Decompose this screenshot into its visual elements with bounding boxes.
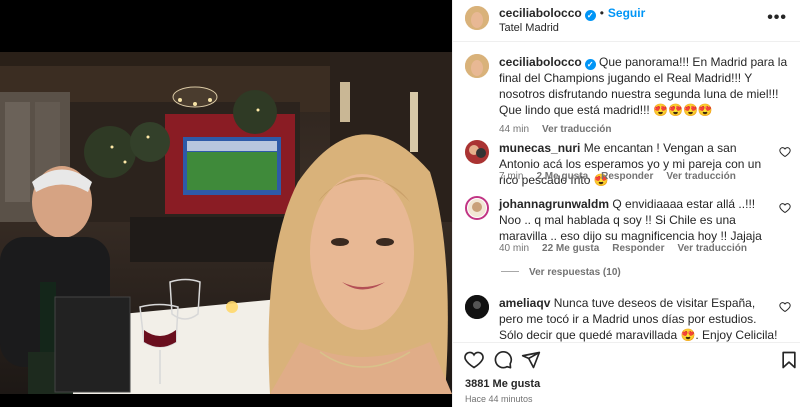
comment-username[interactable]: johannagrunwaldm (499, 197, 609, 211)
comment-icon[interactable] (493, 350, 513, 370)
caption-time: 44 min (499, 124, 530, 135)
comment-username[interactable]: ameliaqv (499, 296, 550, 310)
comment-avatar[interactable] (465, 140, 489, 164)
comment-avatar[interactable] (465, 196, 489, 220)
verified-icon: ✓ (584, 59, 596, 70)
caption-translate-link[interactable]: Ver traducción (542, 124, 611, 135)
like-comment-heart-icon[interactable] (779, 202, 791, 214)
caption: ceciliabolocco ✓ Que panorama!!! En Madri… (465, 54, 791, 135)
photo-illustration (0, 52, 452, 394)
comment-item: munecas_nuri Me encantan ! Vengan a san … (465, 140, 791, 190)
comment-meta: 7 min 2 Me gusta Responder Ver traducción (499, 171, 749, 182)
view-replies-label[interactable]: Ver respuestas (10) (529, 267, 621, 278)
comment-avatar[interactable] (465, 295, 489, 319)
post-header: ceciliabolocco ✓ • Seguir Tatel Madrid ••• (453, 0, 800, 42)
share-icon[interactable] (521, 350, 541, 370)
view-replies-button[interactable]: Ver respuestas (10) (501, 267, 621, 278)
comment-item: ameliaqv Nunca tuve deseos de visitar Es… (465, 295, 791, 342)
heart-icon[interactable] (464, 350, 484, 370)
reply-button[interactable]: Responder (601, 171, 653, 182)
comment-username[interactable]: munecas_nuri (499, 141, 580, 155)
replies-divider (501, 271, 519, 272)
comment-time: 7 min (499, 171, 524, 182)
comment-body: ameliaqv Nunca tuve deseos de visitar Es… (499, 295, 779, 342)
comment-meta: 40 min 22 Me gusta Responder Ver traducción (499, 243, 760, 254)
likes-count[interactable]: 3881 Me gusta (465, 378, 540, 390)
comment-likes[interactable]: 22 Me gusta (542, 243, 599, 254)
author-username[interactable]: ceciliabolocco (499, 6, 582, 20)
bookmark-icon[interactable] (779, 350, 799, 370)
comment-time: 40 min (499, 243, 530, 254)
follow-button[interactable]: Seguir (608, 6, 645, 20)
comments-list[interactable]: ceciliabolocco ✓ Que panorama!!! En Madri… (453, 42, 800, 342)
translate-link[interactable]: Ver traducción (666, 171, 735, 182)
comment-item: johannagrunwaldm Q envidiaaaa estar allá… (465, 196, 791, 266)
caption-body: ceciliabolocco ✓ Que panorama!!! En Madri… (499, 54, 789, 118)
action-bar (453, 342, 800, 374)
translate-link[interactable]: Ver traducción (678, 243, 747, 254)
post-location[interactable]: Tatel Madrid (499, 22, 559, 34)
comment-body: johannagrunwaldm Q envidiaaaa estar allá… (499, 196, 779, 244)
caption-meta: 44 min Ver traducción (499, 124, 624, 135)
comment-likes[interactable]: 2 Me gusta (536, 171, 588, 182)
post-photo[interactable] (0, 52, 452, 394)
separator-dot: • (599, 6, 604, 20)
verified-icon: ✓ (584, 10, 596, 21)
like-comment-heart-icon[interactable] (779, 146, 791, 158)
author-avatar[interactable] (465, 6, 489, 30)
post-media (0, 0, 452, 407)
header-user-line: ceciliabolocco ✓ • Seguir (499, 6, 645, 21)
more-icon[interactable]: ••• (767, 9, 787, 27)
post-panel: ceciliabolocco ✓ • Seguir Tatel Madrid ••• … (452, 0, 800, 407)
like-comment-heart-icon[interactable] (779, 301, 791, 313)
caption-username[interactable]: ceciliabolocco (499, 55, 582, 69)
post-timestamp[interactable]: Hace 44 minutos (465, 394, 533, 404)
caption-avatar[interactable] (465, 54, 489, 78)
reply-button[interactable]: Responder (612, 243, 664, 254)
